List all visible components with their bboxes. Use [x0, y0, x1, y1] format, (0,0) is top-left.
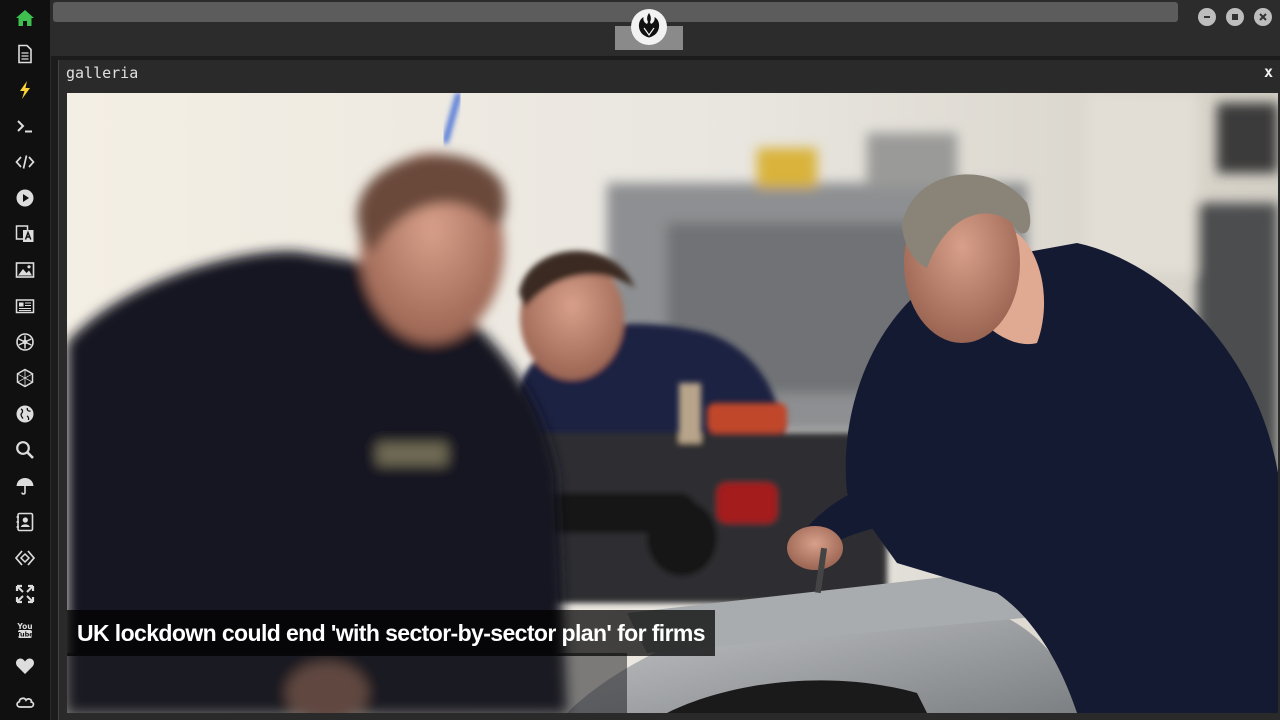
hexagon-network-icon[interactable]: [13, 366, 37, 390]
search-icon[interactable]: [13, 438, 37, 462]
youtube-icon[interactable]: You Tube: [13, 618, 37, 642]
gallery-photo[interactable]: UK lockdown could end 'with sector-by-se…: [67, 93, 1278, 713]
terminal-icon[interactable]: [13, 114, 37, 138]
diamond-code-icon[interactable]: [13, 546, 37, 570]
globe-icon[interactable]: [13, 402, 37, 426]
play-icon[interactable]: [13, 186, 37, 210]
maximize-icon[interactable]: [1226, 8, 1244, 26]
minimize-icon[interactable]: [1198, 8, 1216, 26]
gallery-title: galleria: [66, 64, 139, 82]
rebel-logo-icon[interactable]: [630, 8, 668, 46]
document-icon[interactable]: [13, 42, 37, 66]
newspaper-icon[interactable]: [13, 294, 37, 318]
heart-icon[interactable]: [13, 654, 37, 678]
address-bar[interactable]: [53, 2, 1178, 22]
home-icon[interactable]: [13, 6, 37, 30]
sidebar: You Tube: [0, 0, 51, 720]
expand-icon[interactable]: [13, 582, 37, 606]
cloud-icon[interactable]: [13, 690, 37, 714]
svg-text:Tube: Tube: [16, 630, 34, 638]
gallery-close-button[interactable]: x: [1264, 63, 1273, 81]
app-window: You Tube galleria x UK lockdown could en…: [0, 0, 1280, 720]
photo-caption: UK lockdown could end 'with sector-by-se…: [67, 610, 715, 656]
translate-icon[interactable]: [13, 222, 37, 246]
rebel-alliance-icon[interactable]: [13, 330, 37, 354]
image-icon[interactable]: [13, 258, 37, 282]
top-bar: [50, 0, 1280, 56]
gallery-window: galleria x UK lockdown could end 'with s…: [58, 60, 1280, 720]
umbrella-icon[interactable]: [13, 474, 37, 498]
code-icon[interactable]: [13, 150, 37, 174]
contact-card-icon[interactable]: [13, 510, 37, 534]
lightning-icon[interactable]: [13, 78, 37, 102]
close-icon[interactable]: [1254, 8, 1272, 26]
